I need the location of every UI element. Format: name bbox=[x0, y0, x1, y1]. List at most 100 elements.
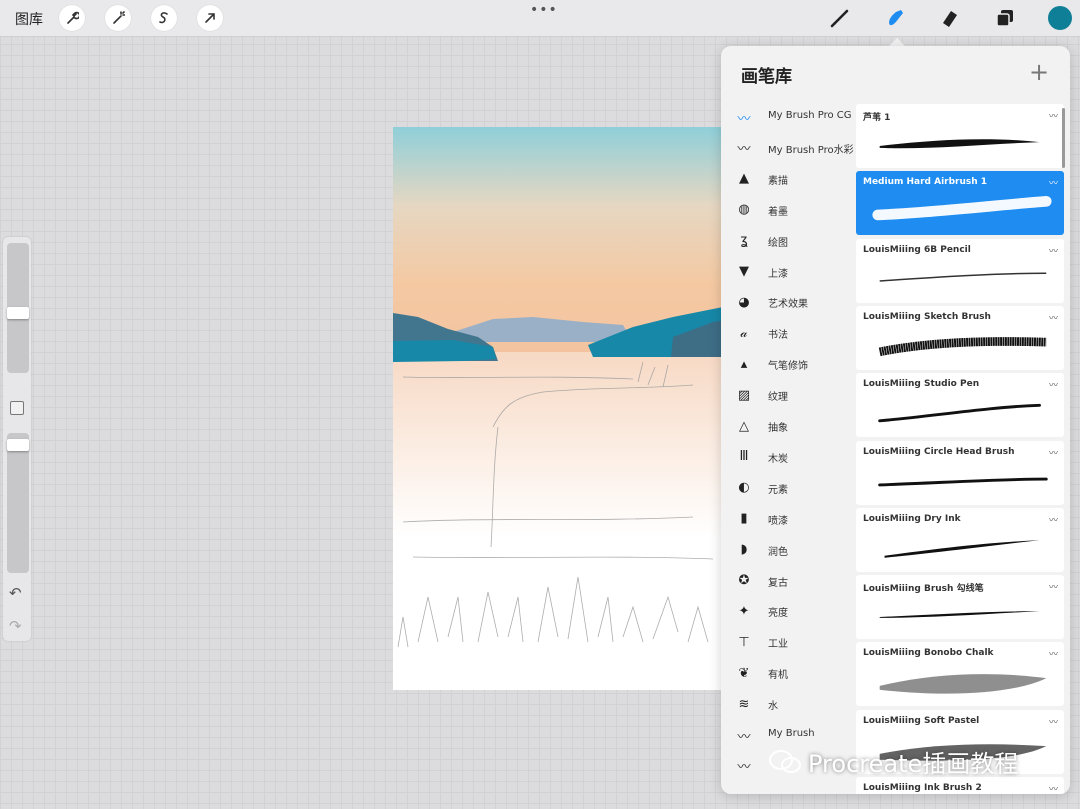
brush-list-scrollbar[interactable] bbox=[1062, 108, 1065, 168]
color-picker-button[interactable] bbox=[1048, 6, 1072, 30]
charcoal-icon: Ⅲ bbox=[739, 449, 749, 465]
brush-item[interactable]: LouisMiiing Circle Head Brush 〰 bbox=[856, 440, 1064, 505]
brush-category-label: My Brush Pro CG bbox=[768, 110, 852, 121]
brush-category-label: 艺术效果 bbox=[768, 299, 808, 311]
opacity-slider[interactable] bbox=[7, 433, 29, 573]
brush-name: Medium Hard Airbrush 1 bbox=[863, 177, 988, 188]
brush-item[interactable]: 芦苇 1 〰 bbox=[856, 104, 1064, 168]
opacity-thumb[interactable] bbox=[7, 439, 29, 451]
brush-stroke-preview bbox=[878, 404, 1041, 423]
brush-size-slider[interactable] bbox=[7, 243, 29, 373]
add-brush-button[interactable]: + bbox=[1029, 58, 1049, 86]
brush-source-icon: 〰 bbox=[1048, 650, 1058, 661]
brush-category-item[interactable]: ◕ 艺术效果 bbox=[721, 288, 856, 318]
brush-size-thumb[interactable] bbox=[7, 307, 29, 319]
brush-category-item[interactable]: ▮ 喷漆 bbox=[721, 505, 856, 535]
brush-category-item[interactable]: ▨ 纹理 bbox=[721, 381, 856, 411]
yin-yang-icon: ◐ bbox=[738, 480, 750, 496]
brush-category-item[interactable]: △ 抽象 bbox=[721, 412, 856, 442]
brush-category-item[interactable]: 〰 My Brush Pro CG bbox=[721, 103, 856, 133]
brush-source-icon: 〰 bbox=[1048, 112, 1058, 122]
selection-icon[interactable] bbox=[151, 5, 177, 31]
brush-stroke-icon: 〰 bbox=[737, 760, 751, 776]
brush-category-item[interactable]: ʓ 绘图 bbox=[721, 227, 856, 257]
brush-item[interactable]: LouisMiiing Bonobo Chalk 〰 bbox=[856, 642, 1064, 707]
brush-item[interactable]: LouisMiiing Ink Brush 2 〰 bbox=[856, 777, 1064, 794]
brush-category-item[interactable]: ▲ 素描 bbox=[721, 165, 856, 195]
brush-stroke-preview bbox=[879, 611, 1040, 619]
magic-wand-icon[interactable] bbox=[105, 5, 131, 31]
brush-stroke-icon: 〰 bbox=[737, 111, 751, 127]
brush-category-label: 气笔修饰 bbox=[768, 361, 808, 373]
brush-category-label: 木炭 bbox=[768, 453, 788, 465]
brush-item[interactable]: Medium Hard Airbrush 1 〰 bbox=[856, 171, 1064, 236]
brush-stroke-icon: 〰 bbox=[737, 142, 751, 158]
artwork-canvas[interactable] bbox=[393, 127, 733, 690]
brush-category-item[interactable]: ✦ 亮度 bbox=[721, 597, 856, 627]
brush-category-item[interactable]: ◗ 润色 bbox=[721, 536, 856, 566]
brush-category-label: 水 bbox=[768, 701, 778, 713]
brush-category-item[interactable]: ◐ 元素 bbox=[721, 474, 856, 504]
modify-button[interactable] bbox=[10, 401, 24, 415]
brush-category-item[interactable]: Ⅲ 木炭 bbox=[721, 443, 856, 473]
calligraphy-icon: 𝒶 bbox=[740, 325, 748, 341]
brush-category-label: 书法 bbox=[768, 330, 788, 342]
gallery-button[interactable]: 图库 bbox=[15, 9, 43, 29]
brush-source-icon: 〰 bbox=[1048, 785, 1058, 794]
layers-icon[interactable] bbox=[993, 6, 1017, 30]
artwork-illustration bbox=[393, 127, 733, 690]
brush-category-item[interactable]: ❦ 有机 bbox=[721, 659, 856, 689]
brush-category-label: 亮度 bbox=[768, 608, 788, 620]
brush-item[interactable]: LouisMiiing Sketch Brush 〰 bbox=[856, 305, 1064, 370]
brush-source-icon: 〰 bbox=[1048, 717, 1058, 728]
brush-category-label: 喷漆 bbox=[768, 515, 788, 527]
brush-name: LouisMiiing Sketch Brush bbox=[863, 311, 991, 322]
airbrush-icon: ▴ bbox=[740, 356, 748, 372]
brush-category-label: 复古 bbox=[768, 577, 788, 589]
brush-category-item[interactable]: ▴ 气笔修饰 bbox=[721, 350, 856, 380]
waves-icon: ≋ bbox=[738, 696, 750, 712]
brush-list: 芦苇 1 〰 Medium Hard Airbrush 1 〰 LouisMiiing … bbox=[856, 104, 1064, 794]
paint-brush-tool-icon[interactable] bbox=[828, 6, 852, 30]
redo-icon[interactable]: ↷ bbox=[9, 617, 22, 635]
brush-name: LouisMiiing Brush 勾线笔 bbox=[863, 584, 984, 595]
spray-can-icon: ▮ bbox=[740, 511, 748, 527]
transform-arrow-icon[interactable] bbox=[197, 5, 223, 31]
brush-stroke-preview bbox=[879, 674, 1047, 695]
palette-icon: ◕ bbox=[738, 294, 750, 310]
more-options-icon[interactable]: ••• bbox=[530, 2, 558, 18]
squiggle-icon: ʓ bbox=[740, 233, 748, 249]
panel-title: 画笔库 bbox=[741, 67, 792, 87]
brush-name: LouisMiiing Studio Pen bbox=[863, 379, 980, 390]
brush-name: LouisMiiing Circle Head Brush bbox=[863, 446, 1015, 457]
brush-name: LouisMiiing Soft Pastel bbox=[863, 715, 980, 726]
brush-name: LouisMiiing 6B Pencil bbox=[863, 244, 971, 255]
smudge-icon: ◗ bbox=[740, 542, 748, 558]
brush-stroke-preview bbox=[884, 540, 1040, 558]
texture-icon: ▨ bbox=[737, 387, 751, 403]
brush-item[interactable]: LouisMiiing Studio Pen 〰 bbox=[856, 373, 1064, 438]
brush-item[interactable]: LouisMiiing Dry Ink 〰 bbox=[856, 507, 1064, 572]
brush-category-item[interactable]: ⊤ 工业 bbox=[721, 628, 856, 658]
brush-category-item[interactable]: ▼ 上漆 bbox=[721, 258, 856, 288]
brush-category-item[interactable]: ◍ 着墨 bbox=[721, 196, 856, 226]
brush-item[interactable]: LouisMiiing Brush 勾线笔 〰 bbox=[856, 575, 1064, 640]
brush-name: LouisMiiing Ink Brush 2 bbox=[863, 783, 982, 793]
undo-icon[interactable]: ↶ bbox=[9, 584, 22, 602]
brush-category-label: 素描 bbox=[768, 175, 788, 187]
brush-category-item[interactable]: ≋ 水 bbox=[721, 690, 856, 720]
brush-library-panel: 画笔库 + 〰 My Brush Pro CG 〰 My Brush Pro水彩 ▲ 素描… bbox=[721, 46, 1070, 794]
brush-stroke-icon: 〰 bbox=[737, 729, 751, 745]
smudge-tool-icon[interactable] bbox=[883, 6, 907, 30]
brush-item[interactable]: LouisMiiing 6B Pencil 〰 bbox=[856, 238, 1064, 303]
paint-brush-icon: ▼ bbox=[739, 264, 749, 279]
brush-category-label: 工业 bbox=[768, 639, 788, 651]
brush-category-item[interactable]: 𝒶 书法 bbox=[721, 319, 856, 349]
star-badge-icon: ✪ bbox=[738, 573, 750, 588]
eraser-tool-icon[interactable] bbox=[938, 6, 962, 30]
brush-category-item[interactable]: ✪ 复古 bbox=[721, 567, 856, 597]
brush-category-item[interactable]: 〰 My Brush Pro水彩 bbox=[721, 134, 856, 164]
wrench-icon[interactable] bbox=[59, 5, 85, 31]
brush-category-label: 抽象 bbox=[768, 423, 788, 434]
wechat-logo-icon bbox=[769, 749, 801, 773]
